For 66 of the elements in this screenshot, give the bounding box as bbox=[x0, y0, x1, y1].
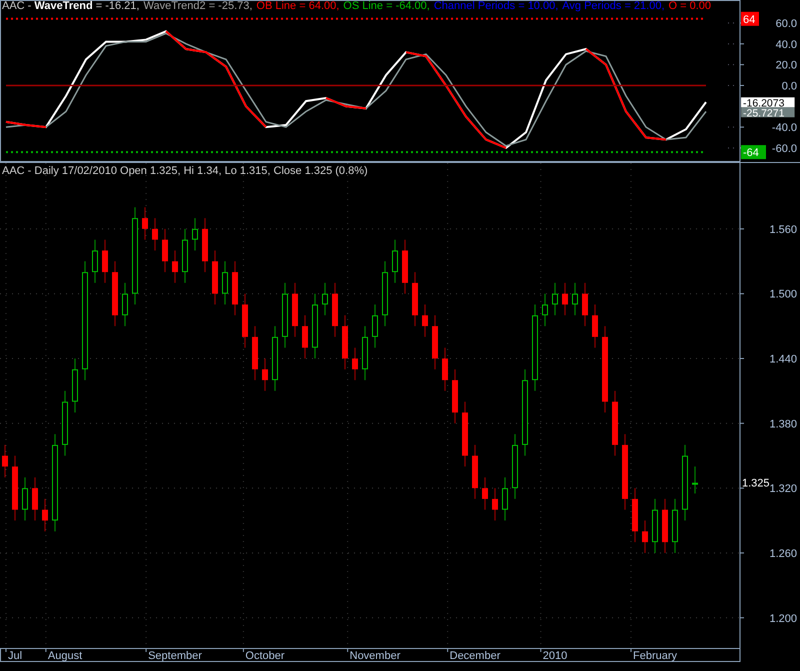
axis-label: 1.560 bbox=[769, 224, 797, 236]
candlestick bbox=[592, 304, 598, 348]
month-label: September bbox=[148, 650, 202, 662]
legend-text: Avg Periods = 21.00, bbox=[562, 0, 665, 12]
candlestick bbox=[502, 476, 508, 522]
legend-text: OB Line = 64.00, bbox=[256, 0, 340, 12]
value-badge: 64 bbox=[741, 12, 759, 26]
candlestick bbox=[222, 260, 228, 306]
candlestick bbox=[142, 206, 148, 240]
legend-text: O = 0.00 bbox=[668, 0, 712, 12]
value-badge: -16.2073 bbox=[741, 97, 795, 110]
legend-text: AAC - WaveTrend = -16.21, bbox=[2, 0, 140, 12]
axis-label: -40.0 bbox=[772, 122, 797, 134]
axis-label: 1.320 bbox=[769, 483, 797, 496]
candlestick bbox=[352, 347, 358, 381]
candlestick bbox=[582, 282, 588, 327]
candlestick bbox=[302, 314, 308, 360]
candlestick bbox=[392, 239, 398, 284]
legend-text: OS Line = -64.00, bbox=[343, 0, 430, 12]
axis-label: 1.380 bbox=[769, 418, 797, 430]
month-label: December bbox=[450, 650, 500, 662]
candlestick bbox=[562, 282, 568, 316]
axis-label: 1.200 bbox=[769, 612, 797, 625]
legend-text: Channel Periods = 10.00, bbox=[434, 0, 558, 12]
legend-text: WaveTrend2 = -25.73, bbox=[143, 0, 252, 12]
axis-label: 40.0 bbox=[776, 38, 797, 51]
candlestick bbox=[322, 282, 328, 316]
axis-label: 1.500 bbox=[769, 288, 797, 301]
candlestick bbox=[172, 250, 178, 284]
candlestick bbox=[692, 466, 698, 494]
candlestick bbox=[642, 520, 648, 554]
candlestick bbox=[32, 476, 38, 522]
axis-label: -60.0 bbox=[772, 142, 797, 155]
candlestick bbox=[162, 228, 168, 273]
candlestick bbox=[192, 218, 198, 251]
month-label: Jul bbox=[8, 650, 22, 662]
axis-label: 20.0 bbox=[776, 60, 797, 72]
candlestick bbox=[372, 304, 378, 348]
value-badge: -25.7271 bbox=[741, 107, 795, 120]
candlestick bbox=[572, 282, 578, 316]
candlestick bbox=[42, 498, 48, 532]
candlestick bbox=[122, 282, 128, 327]
candlestick bbox=[482, 476, 488, 510]
month-label: August bbox=[48, 650, 82, 662]
axis-label: 60.0 bbox=[776, 18, 797, 30]
month-label: October bbox=[245, 650, 285, 662]
candlestick bbox=[22, 476, 28, 522]
candlestick bbox=[2, 444, 8, 478]
axis-label: 0.0 bbox=[782, 80, 797, 92]
axis-label: 1.260 bbox=[769, 548, 797, 560]
candlestick bbox=[542, 293, 548, 327]
month-label: November bbox=[350, 650, 400, 662]
last-price-label: 1.325 bbox=[742, 478, 770, 490]
chart-title: AAC - Daily 17/02/2010 Open 1.325, Hi 1.34, Lo 1.315, Close 1.325 (0.8%) bbox=[2, 165, 368, 177]
axis-label: 1.440 bbox=[769, 354, 797, 366]
value-badge: -64 bbox=[741, 145, 766, 160]
candlestick bbox=[102, 239, 108, 284]
candlestick bbox=[422, 304, 428, 338]
candlestick bbox=[92, 239, 98, 284]
month-label: 2010 bbox=[542, 650, 568, 662]
candlestick bbox=[262, 358, 268, 392]
candlestick bbox=[442, 347, 448, 392]
month-label: February bbox=[632, 650, 678, 662]
candlestick bbox=[492, 488, 498, 522]
candlestick bbox=[152, 218, 158, 251]
candlestick bbox=[552, 282, 558, 316]
